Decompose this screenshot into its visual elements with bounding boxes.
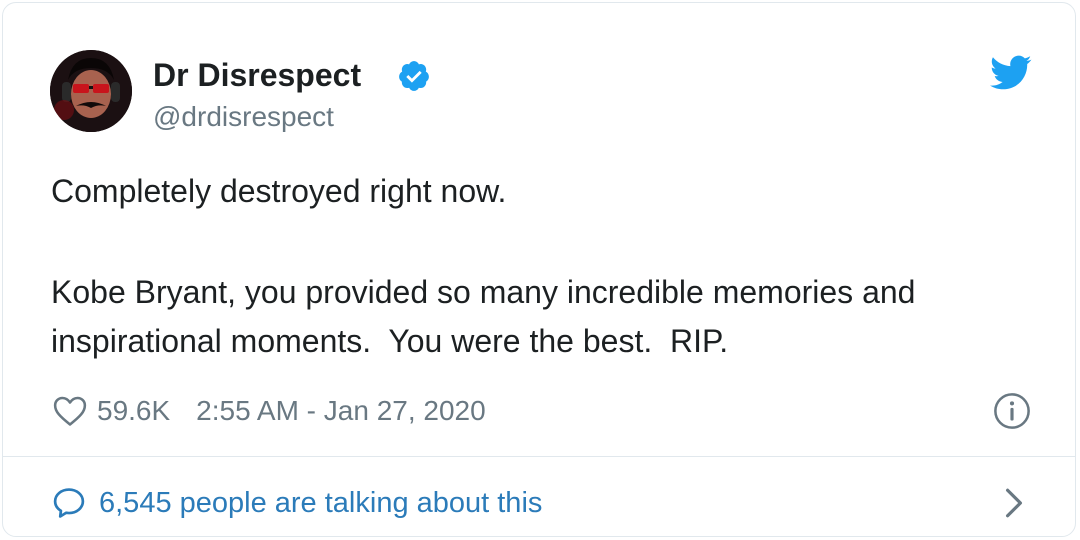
- divider: [3, 456, 1075, 457]
- tweet-timestamp[interactable]: 2:55 AM - Jan 27, 2020: [196, 395, 486, 427]
- heart-icon[interactable]: [53, 395, 87, 427]
- tweet-text-line-1: Completely destroyed right now.: [51, 173, 507, 209]
- like-count[interactable]: 59.6K: [97, 395, 170, 427]
- author-name[interactable]: Dr Disrespect: [153, 55, 361, 95]
- author-handle[interactable]: @drdisrespect: [153, 99, 334, 135]
- tweet-card: Dr Disrespect @drdisrespect Completely d…: [2, 2, 1076, 537]
- info-icon[interactable]: [993, 392, 1031, 430]
- tweet-text-line-3: inspirational moments. You were the best…: [51, 323, 729, 359]
- twitter-bird-icon[interactable]: [990, 55, 1032, 91]
- conversation-link[interactable]: 6,545 people are talking about this: [51, 481, 542, 525]
- chevron-right-icon[interactable]: [1003, 487, 1025, 519]
- talking-count-text[interactable]: 6,545 people are talking about this: [99, 487, 542, 520]
- avatar-image: [50, 50, 132, 132]
- verified-badge-icon: [399, 61, 429, 91]
- avatar[interactable]: [50, 50, 132, 132]
- speech-bubble-icon: [53, 488, 85, 518]
- tweet-meta: 59.6K 2:55 AM - Jan 27, 2020: [53, 391, 486, 431]
- tweet-text-line-2: Kobe Bryant, you provided so many incred…: [51, 274, 916, 310]
